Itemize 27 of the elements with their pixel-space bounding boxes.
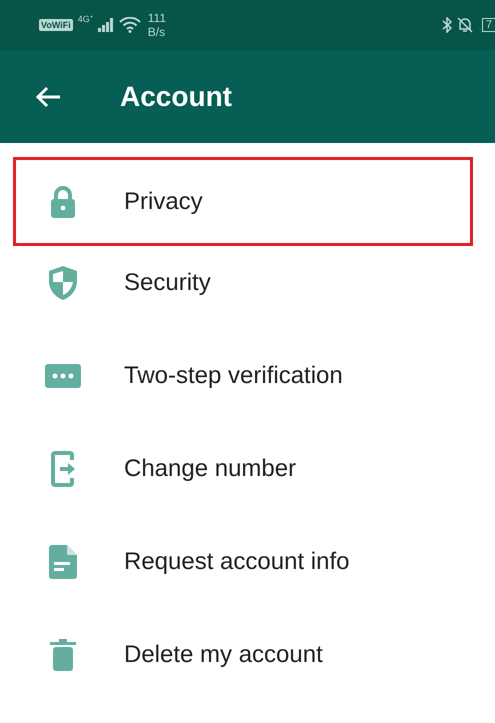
screen-title: Account — [120, 80, 232, 112]
settings-item[interactable]: Two-step verification — [13, 329, 473, 422]
item-label: Security — [124, 268, 211, 296]
item-label: Delete my account — [124, 640, 323, 668]
settings-item[interactable]: Privacy — [13, 157, 473, 246]
password-dots-icon — [45, 364, 81, 388]
settings-item[interactable]: Delete my account — [13, 608, 473, 701]
document-icon — [49, 544, 77, 578]
network-type: 4G⁺ — [78, 13, 93, 25]
item-label: Request account info — [124, 548, 350, 576]
wifi-calling-badge: VoWiFi — [39, 19, 73, 31]
bell-off-icon — [456, 17, 473, 33]
bluetooth-icon — [442, 17, 452, 33]
wifi-icon — [118, 17, 141, 33]
item-label: Privacy — [124, 188, 203, 216]
item-label: Two-step verification — [124, 362, 343, 390]
lock-icon — [48, 184, 78, 218]
item-label: Change number — [124, 454, 296, 482]
battery-level: 7 — [482, 18, 495, 32]
signal-icon — [98, 18, 114, 32]
phone-arrow-icon — [50, 450, 76, 486]
settings-item[interactable]: Change number — [13, 422, 473, 515]
speed-value: 111 — [148, 11, 166, 25]
speed-unit: B/s — [148, 25, 166, 39]
shield-icon — [48, 264, 78, 300]
settings-item[interactable]: Request account info — [13, 515, 473, 608]
trash-icon — [50, 638, 76, 670]
